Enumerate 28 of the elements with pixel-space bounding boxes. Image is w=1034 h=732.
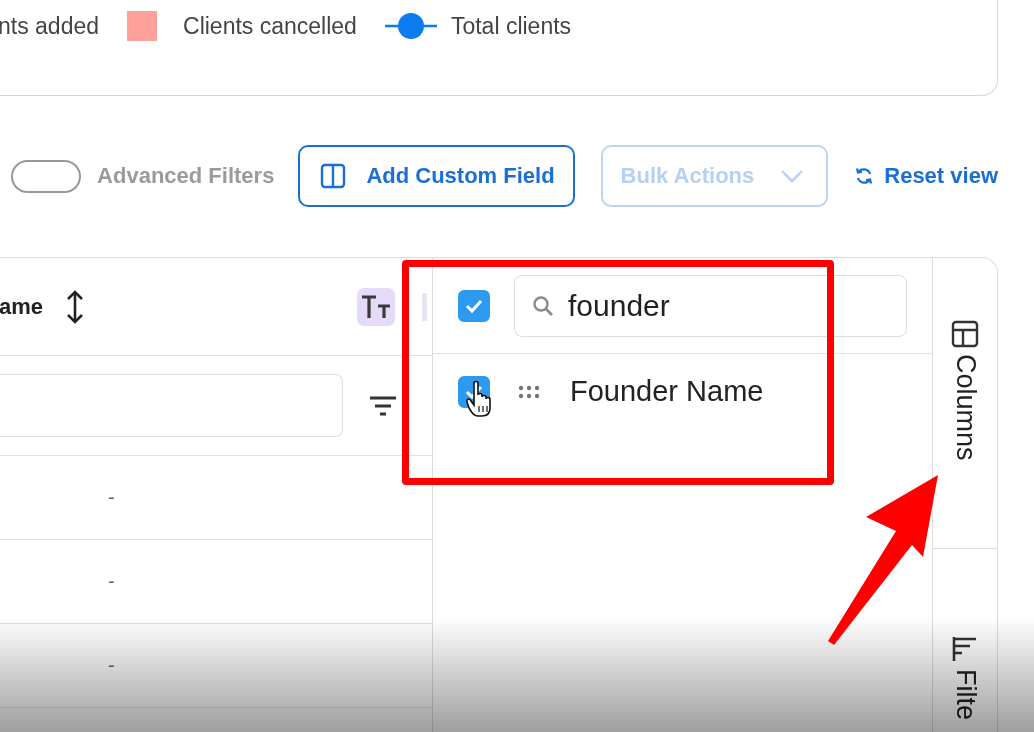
legend-label: Total clients: [450, 12, 572, 40]
filters-tab[interactable]: Filte: [933, 549, 997, 720]
filter-icon: [951, 635, 979, 663]
chevron-down-icon: [780, 169, 805, 183]
select-all-checkbox[interactable]: [458, 289, 490, 322]
sort-icon[interactable]: [65, 288, 86, 325]
table-cell: -: [108, 654, 115, 677]
toggle-switch[interactable]: [11, 159, 82, 193]
table-icon: [951, 320, 979, 348]
reset-view-link[interactable]: Reset view: [854, 163, 998, 189]
checkmark-icon: [464, 383, 484, 400]
refresh-icon: [854, 166, 875, 186]
advanced-filters-label: Advanced Filters: [97, 163, 275, 189]
column-header[interactable]: ame: [0, 293, 44, 320]
filter-input[interactable]: [0, 374, 343, 437]
search-icon: [532, 294, 554, 317]
add-field-button[interactable]: Add Custom Field: [298, 145, 575, 207]
column-name: Founder Name: [570, 375, 764, 408]
resize-handle[interactable]: [422, 292, 427, 321]
table-cell: -: [108, 570, 115, 593]
columns-icon: [320, 163, 347, 189]
legend-label: Clients cancelled: [183, 12, 357, 40]
text-type-icon[interactable]: [357, 287, 395, 326]
column-search-field[interactable]: founder: [514, 274, 907, 337]
checkmark-icon: [464, 297, 484, 314]
drag-handle-icon[interactable]: [518, 384, 540, 399]
legend-label: nts added: [0, 12, 100, 40]
table-cell: -: [108, 486, 115, 509]
